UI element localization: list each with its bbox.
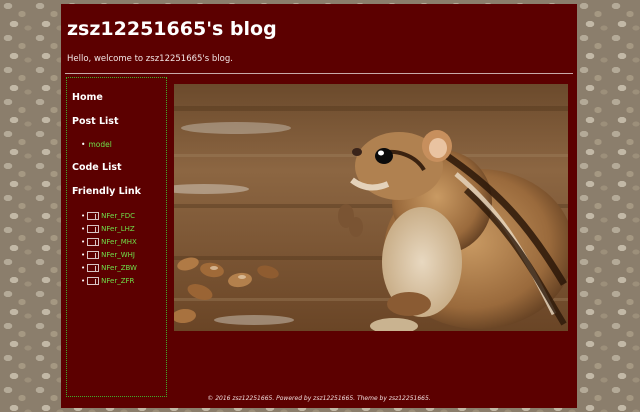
friend-link-nfer-mhx[interactable]: NFer_MHX bbox=[101, 238, 137, 246]
broken-image-icon bbox=[87, 237, 100, 246]
post-link-model[interactable]: model bbox=[88, 140, 111, 149]
friend-link-item[interactable]: • NFer_FDC bbox=[81, 209, 137, 222]
post-list-item[interactable]: • model bbox=[81, 140, 112, 149]
code-list-heading[interactable]: Code List bbox=[72, 162, 122, 173]
broken-image-icon bbox=[87, 263, 100, 272]
bullet-icon: • bbox=[81, 211, 86, 220]
friend-link-nfer-zfr[interactable]: NFer_ZFR bbox=[101, 277, 134, 285]
broken-image-icon bbox=[87, 211, 100, 220]
friend-link-item[interactable]: • NFer_MHX bbox=[81, 235, 137, 248]
blog-container: zsz12251665's blog Hello, welcome to zsz… bbox=[61, 4, 577, 408]
friend-link-nfer-zbw[interactable]: NFer_ZBW bbox=[101, 264, 137, 272]
header-divider bbox=[65, 73, 573, 74]
friend-link-item[interactable]: • NFer_ZBW bbox=[81, 261, 137, 274]
bullet-icon: • bbox=[81, 250, 86, 259]
bullet-icon: • bbox=[81, 140, 86, 149]
friend-link-list: • NFer_FDC • NFer_LHZ • NFer_MHX • NFer_… bbox=[81, 209, 137, 287]
bullet-icon: • bbox=[81, 276, 86, 285]
friend-link-item[interactable]: • NFer_ZFR bbox=[81, 274, 137, 287]
friend-link-item[interactable]: • NFer_LHZ bbox=[81, 222, 137, 235]
sidebar: Home Post List • model Code List Friendly… bbox=[66, 77, 167, 397]
nav-home-link[interactable]: Home bbox=[72, 92, 103, 103]
friendly-link-heading: Friendly Link bbox=[72, 186, 141, 197]
broken-image-icon bbox=[87, 250, 100, 259]
friend-link-nfer-whj[interactable]: NFer_WHJ bbox=[101, 251, 135, 259]
site-tagline: Hello, welcome to zsz12251665's blog. bbox=[67, 54, 233, 64]
footer-credits: © 2016 zsz12251665. Powered by zsz122516… bbox=[207, 395, 431, 402]
bullet-icon: • bbox=[81, 237, 86, 246]
hero-image bbox=[174, 84, 568, 331]
bullet-icon: • bbox=[81, 263, 86, 272]
bullet-icon: • bbox=[81, 224, 86, 233]
friend-link-item[interactable]: • NFer_WHJ bbox=[81, 248, 137, 261]
friend-link-nfer-lhz[interactable]: NFer_LHZ bbox=[101, 225, 135, 233]
broken-image-icon bbox=[87, 224, 100, 233]
post-list-heading[interactable]: Post List bbox=[72, 116, 119, 127]
broken-image-icon bbox=[87, 276, 100, 285]
site-title[interactable]: zsz12251665's blog bbox=[67, 18, 277, 40]
friend-link-nfer-fdc[interactable]: NFer_FDC bbox=[101, 212, 135, 220]
